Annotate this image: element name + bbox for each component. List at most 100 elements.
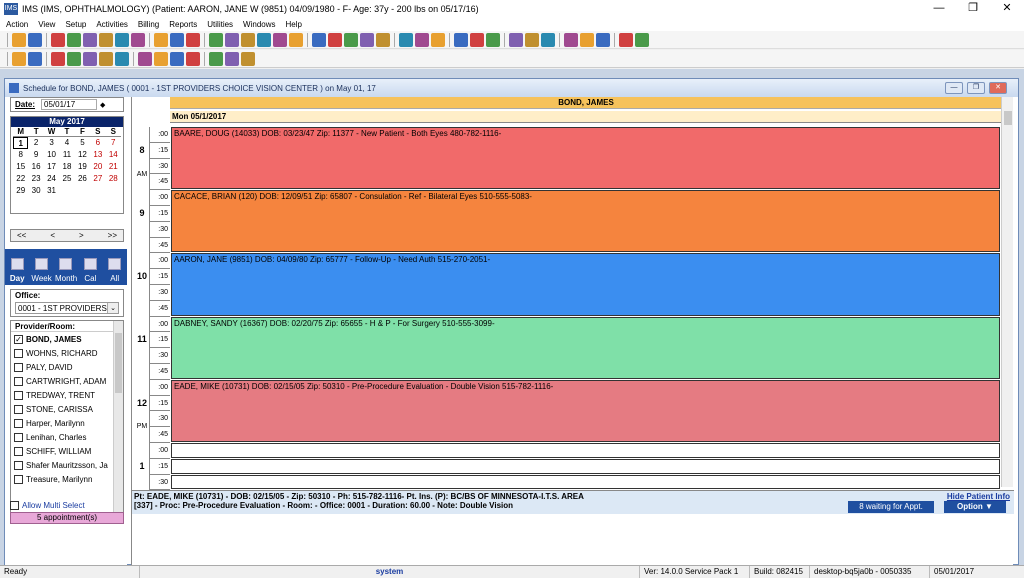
cal-view-button[interactable]: Cal (79, 258, 101, 283)
toolbar-button-tb1-15[interactable] (273, 32, 287, 47)
calendar-day[interactable]: 7 (106, 137, 121, 149)
appointment-block[interactable]: BAARE, DOUG (14033) DOB: 03/23/47 Zip: 1… (171, 127, 1000, 190)
all-view-button[interactable]: All (104, 258, 126, 283)
provider-checkbox[interactable] (14, 362, 23, 372)
week-view-button[interactable]: Week (31, 258, 53, 283)
toolbar-button-tb1-10[interactable] (186, 32, 200, 47)
toolbar-button-tb2-7[interactable] (138, 51, 152, 66)
toolbar-button-tb1-2[interactable] (51, 32, 65, 47)
toolbar-button-tb1-27[interactable] (486, 32, 500, 47)
day-view-button[interactable]: Day (6, 258, 28, 283)
menu-action[interactable]: Action (6, 20, 28, 29)
month-view-button[interactable]: Month (55, 258, 77, 283)
toolbar-button-tb2-0[interactable] (12, 51, 26, 66)
calendar-day[interactable]: 16 (28, 161, 43, 173)
calendar-day[interactable]: 8 (13, 149, 28, 161)
calendar-day[interactable]: 3 (44, 137, 59, 149)
schedule-scrollbar[interactable] (1001, 97, 1013, 487)
menu-activities[interactable]: Activities (96, 20, 128, 29)
toolbar-button-tb1-17[interactable] (312, 32, 326, 47)
toolbar-button-tb1-28[interactable] (509, 32, 523, 47)
office-select[interactable]: 0001 - 1ST PROVIDERS ⌄ (15, 302, 119, 314)
empty-slot[interactable] (171, 458, 1000, 474)
calendar-day[interactable]: 29 (13, 185, 28, 197)
provider-checkbox[interactable] (14, 432, 23, 442)
date-input[interactable]: 05/01/17 (41, 99, 98, 110)
minimize-button[interactable]: — (922, 0, 956, 17)
toolbar-button-tb1-18[interactable] (328, 32, 342, 47)
waiting-button[interactable]: 8 waiting for Appt. (848, 501, 934, 513)
toolbar-button-tb1-5[interactable] (99, 32, 113, 47)
provider-checkbox[interactable] (14, 348, 23, 358)
calendar-day[interactable]: 31 (44, 185, 59, 197)
appointment-block[interactable]: CACACE, BRIAN (120) DOB: 12/09/51 Zip: 6… (171, 190, 1000, 253)
menu-windows[interactable]: Windows (243, 20, 275, 29)
toolbar-button-tb2-11[interactable] (209, 51, 223, 66)
toolbar-button-tb1-23[interactable] (415, 32, 429, 47)
toolbar-button-tb1-11[interactable] (209, 32, 223, 47)
calendar-day[interactable]: 22 (13, 173, 28, 185)
child-minimize-button[interactable]: — (945, 82, 963, 94)
calendar-day[interactable]: 30 (28, 185, 43, 197)
provider-item[interactable]: TREDWAY, TRENT (11, 388, 114, 402)
prev-year-button[interactable]: << (17, 230, 26, 241)
provider-checkbox[interactable] (14, 376, 23, 386)
calendar-day[interactable]: 27 (90, 173, 105, 185)
calendar-day[interactable]: 26 (75, 173, 90, 185)
toolbar-button-tb1-35[interactable] (635, 32, 649, 47)
toolbar-button-tb2-4[interactable] (83, 51, 97, 66)
toolbar-button-tb1-25[interactable] (454, 32, 468, 47)
toolbar-button-tb1-29[interactable] (525, 32, 539, 47)
menu-utilities[interactable]: Utilities (207, 20, 233, 29)
toolbar-button-tb2-1[interactable] (28, 51, 42, 66)
chevron-down-icon[interactable]: ⌄ (107, 303, 118, 313)
provider-checkbox[interactable] (14, 446, 23, 456)
toolbar-button-tb1-7[interactable] (131, 32, 145, 47)
calendar-day[interactable]: 28 (106, 173, 121, 185)
restore-button[interactable]: ❐ (956, 0, 990, 17)
toolbar-button-tb1-9[interactable] (170, 32, 184, 47)
toolbar-button-tb1-0[interactable] (12, 32, 26, 47)
menu-setup[interactable]: Setup (65, 20, 86, 29)
multi-select-checkbox[interactable] (10, 500, 19, 510)
menu-view[interactable]: View (38, 20, 55, 29)
calendar-day[interactable]: 11 (59, 149, 74, 161)
provider-item[interactable]: Harper, Marilynn (11, 416, 114, 430)
toolbar-button-tb2-12[interactable] (225, 51, 239, 66)
close-button[interactable]: ✕ (990, 0, 1024, 17)
calendar-day[interactable]: 6 (90, 137, 105, 149)
toolbar-button-tb1-22[interactable] (399, 32, 413, 47)
provider-checkbox[interactable]: ✓ (14, 334, 23, 344)
provider-item[interactable]: STONE, CARISSA (11, 402, 114, 416)
toolbar-button-tb2-8[interactable] (154, 51, 168, 66)
menu-reports[interactable]: Reports (169, 20, 197, 29)
provider-item[interactable]: SCHIFF, WILLIAM (11, 444, 114, 458)
provider-item[interactable]: Shafer Mauritzsson, Ja (11, 458, 114, 472)
toolbar-button-tb2-13[interactable] (241, 51, 255, 66)
hide-patient-info-link[interactable]: Hide Patient Info (947, 492, 1010, 501)
appointment-block[interactable]: DABNEY, SANDY (16367) DOB: 02/20/75 Zip:… (171, 316, 1000, 379)
calendar-day[interactable]: 12 (75, 149, 90, 161)
toolbar-button-tb1-14[interactable] (257, 32, 271, 47)
calendar-day[interactable]: 24 (44, 173, 59, 185)
toolbar-button-tb2-9[interactable] (170, 51, 184, 66)
provider-item[interactable]: PALY, DAVID (11, 360, 114, 374)
toolbar-button-tb1-6[interactable] (115, 32, 129, 47)
menu-billing[interactable]: Billing (138, 20, 159, 29)
toolbar-button-tb2-5[interactable] (99, 51, 113, 66)
provider-item[interactable]: Treasure, Marilynn (11, 472, 114, 486)
toolbar-button-tb2-6[interactable] (115, 51, 129, 66)
toolbar-button-tb1-4[interactable] (83, 32, 97, 47)
provider-item[interactable]: ✓ BOND, JAMES (11, 332, 114, 346)
toolbar-button-tb1-13[interactable] (241, 32, 255, 47)
provider-item[interactable]: WOHNS, RICHARD (11, 346, 114, 360)
toolbar-button-tb1-21[interactable] (376, 32, 390, 47)
calendar-day[interactable]: 13 (90, 149, 105, 161)
calendar-day[interactable]: 15 (13, 161, 28, 173)
scroll-thumb[interactable] (115, 333, 122, 393)
toolbar-button-tb1-1[interactable] (28, 32, 42, 47)
next-month-button[interactable]: > (79, 230, 84, 241)
toolbar-button-tb2-10[interactable] (186, 51, 200, 66)
toolbar-button-tb2-3[interactable] (67, 51, 81, 66)
provider-checkbox[interactable] (14, 404, 23, 414)
